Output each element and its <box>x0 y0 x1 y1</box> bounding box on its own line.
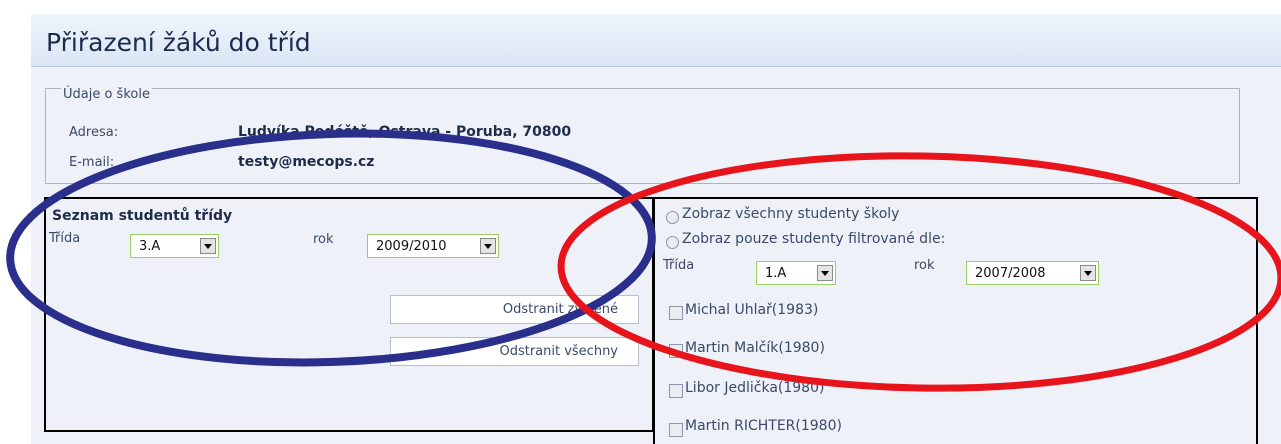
class-students-heading: Seznam studentů třídy <box>52 208 233 224</box>
show-all-radio-label: Zobraz všechny studenty školy <box>682 206 900 222</box>
filter-year-label: rok <box>914 258 935 273</box>
email-value: testy@mecops.cz <box>238 154 375 170</box>
show-filtered-radio-label: Zobraz pouze studenty filtrované dle: <box>682 231 946 247</box>
school-info-legend: Údaje o škole <box>61 87 152 102</box>
filter-year-select-value: 2007/2008 <box>975 266 1046 281</box>
show-filtered-radio[interactable] <box>666 236 679 249</box>
chevron-down-icon[interactable] <box>480 238 496 254</box>
chevron-down-icon[interactable] <box>200 238 216 254</box>
page-title: Přiřazení žáků do tříd <box>46 28 311 57</box>
class-select[interactable]: 3.A <box>130 234 219 258</box>
student-checkbox[interactable] <box>669 306 683 320</box>
year-select[interactable]: 2009/2010 <box>367 234 499 258</box>
chevron-down-icon[interactable] <box>1080 265 1096 281</box>
student-label: Martin RICHTER(1980) <box>685 418 842 434</box>
student-checkbox[interactable] <box>669 423 683 437</box>
year-select-value: 2009/2010 <box>376 239 447 254</box>
year-label: rok <box>313 232 334 247</box>
chevron-down-icon[interactable] <box>817 265 833 281</box>
address-label: Adresa: <box>69 125 119 140</box>
filter-class-select-value: 1.A <box>765 266 787 281</box>
filter-year-select[interactable]: 2007/2008 <box>966 261 1099 285</box>
class-label: Třída <box>49 231 81 246</box>
show-all-radio[interactable] <box>666 211 679 224</box>
student-checkbox[interactable] <box>669 384 683 398</box>
address-value: Ludvíka Podéště, Ostrava - Poruba, 70800 <box>238 124 572 140</box>
remove-all-button[interactable]: Odstranit všechny <box>390 337 639 366</box>
student-label: Michal Uhlař(1983) <box>685 302 819 318</box>
class-select-value: 3.A <box>139 239 161 254</box>
title-bar: Přiřazení žáků do tříd <box>31 14 1281 67</box>
student-label: Martin Malčík(1980) <box>685 340 825 356</box>
remove-selected-button[interactable]: Odstranit zvolené <box>390 295 639 324</box>
student-label: Libor Jedlička(1980) <box>685 380 825 396</box>
filter-class-select[interactable]: 1.A <box>756 261 836 285</box>
student-checkbox[interactable] <box>669 344 683 358</box>
filter-class-label: Třída <box>663 258 695 273</box>
email-label: E-mail: <box>69 155 115 170</box>
school-info-group <box>45 88 1240 184</box>
